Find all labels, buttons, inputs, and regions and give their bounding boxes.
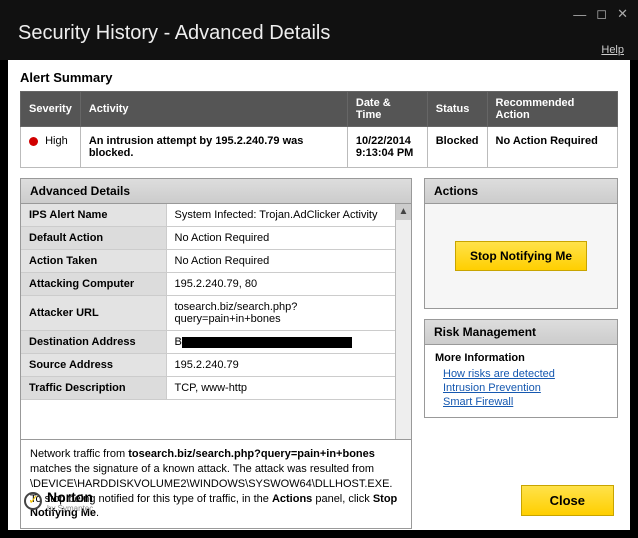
scroll-up-icon[interactable]: ▲	[396, 204, 411, 220]
norton-logo-icon	[24, 492, 42, 510]
traffic-description-value: TCP, www-http	[166, 377, 395, 400]
close-window-icon[interactable]: ✕	[617, 6, 628, 22]
activity-value: An intrusion attempt by 195.2.240.79 was…	[89, 135, 304, 159]
source-address-value: 195.2.240.79	[166, 354, 395, 377]
attacker-url-value: tosearch.biz/search.php?query=pain+in+bo…	[166, 296, 395, 331]
date-value: 10/22/2014	[356, 135, 411, 147]
source-address-label: Source Address	[21, 354, 166, 377]
action-taken-value: No Action Required	[166, 250, 395, 273]
norton-logo: Norton by Symantec	[24, 489, 93, 513]
default-action-label: Default Action	[21, 227, 166, 250]
app-window: — ◻ ✕ Security History - Advanced Detail…	[0, 0, 638, 538]
destination-redacted	[182, 337, 352, 348]
more-information-label: More Information	[435, 352, 607, 364]
col-severity: Severity	[21, 92, 81, 127]
titlebar: — ◻ ✕ Security History - Advanced Detail…	[0, 0, 638, 60]
brand-name: Norton	[47, 489, 93, 505]
status-value: Blocked	[436, 135, 479, 147]
actions-panel: Actions Stop Notifying Me	[424, 178, 618, 309]
destination-prefix: B	[175, 336, 182, 348]
close-button[interactable]: Close	[521, 485, 614, 516]
alert-summary-table: Severity Activity Date & Time Status Rec…	[20, 91, 618, 168]
col-datetime: Date & Time	[347, 92, 427, 127]
link-intrusion-prevention[interactable]: Intrusion Prevention	[443, 382, 607, 394]
link-smart-firewall[interactable]: Smart Firewall	[443, 396, 607, 408]
severity-value: High	[45, 135, 68, 147]
attacking-computer-value: 195.2.240.79, 80	[166, 273, 395, 296]
risk-management-heading: Risk Management	[425, 320, 617, 345]
advanced-details-heading: Advanced Details	[21, 179, 411, 204]
severity-dot-icon	[29, 137, 38, 146]
help-link[interactable]: Help	[601, 44, 624, 56]
ips-name-value: System Infected: Trojan.AdClicker Activi…	[166, 204, 395, 227]
stop-notifying-button[interactable]: Stop Notifying Me	[455, 241, 587, 271]
alert-summary-heading: Alert Summary	[20, 70, 618, 85]
advanced-details-table: IPS Alert NameSystem Infected: Trojan.Ad…	[21, 204, 395, 400]
content-area: Alert Summary Severity Activity Date & T…	[8, 60, 630, 530]
scrollbar[interactable]: ▲	[395, 204, 411, 439]
time-value: 9:13:04 PM	[356, 147, 413, 159]
traffic-description-label: Traffic Description	[21, 377, 166, 400]
minimize-icon[interactable]: —	[573, 7, 586, 22]
action-taken-label: Action Taken	[21, 250, 166, 273]
col-activity: Activity	[80, 92, 347, 127]
col-recommended: Recommended Action	[487, 92, 617, 127]
window-title: Security History - Advanced Details	[18, 22, 620, 45]
advanced-details-panel: Advanced Details ▲ IPS Alert NameSystem …	[20, 178, 412, 440]
attacking-computer-label: Attacking Computer	[21, 273, 166, 296]
brand-sub: by Symantec	[47, 505, 93, 513]
col-status: Status	[427, 92, 487, 127]
link-how-risks-detected[interactable]: How risks are detected	[443, 368, 607, 380]
ips-name-label: IPS Alert Name	[21, 204, 166, 227]
default-action-value: No Action Required	[166, 227, 395, 250]
footer: Norton by Symantec Close	[20, 475, 618, 520]
attacker-url-label: Attacker URL	[21, 296, 166, 331]
actions-heading: Actions	[425, 179, 617, 204]
recommended-value: No Action Required	[496, 135, 598, 147]
destination-address-label: Destination Address	[21, 331, 166, 354]
maximize-icon[interactable]: ◻	[596, 6, 607, 22]
risk-management-panel: Risk Management More Information How ris…	[424, 319, 618, 418]
alert-row: High An intrusion attempt by 195.2.240.7…	[21, 127, 618, 168]
